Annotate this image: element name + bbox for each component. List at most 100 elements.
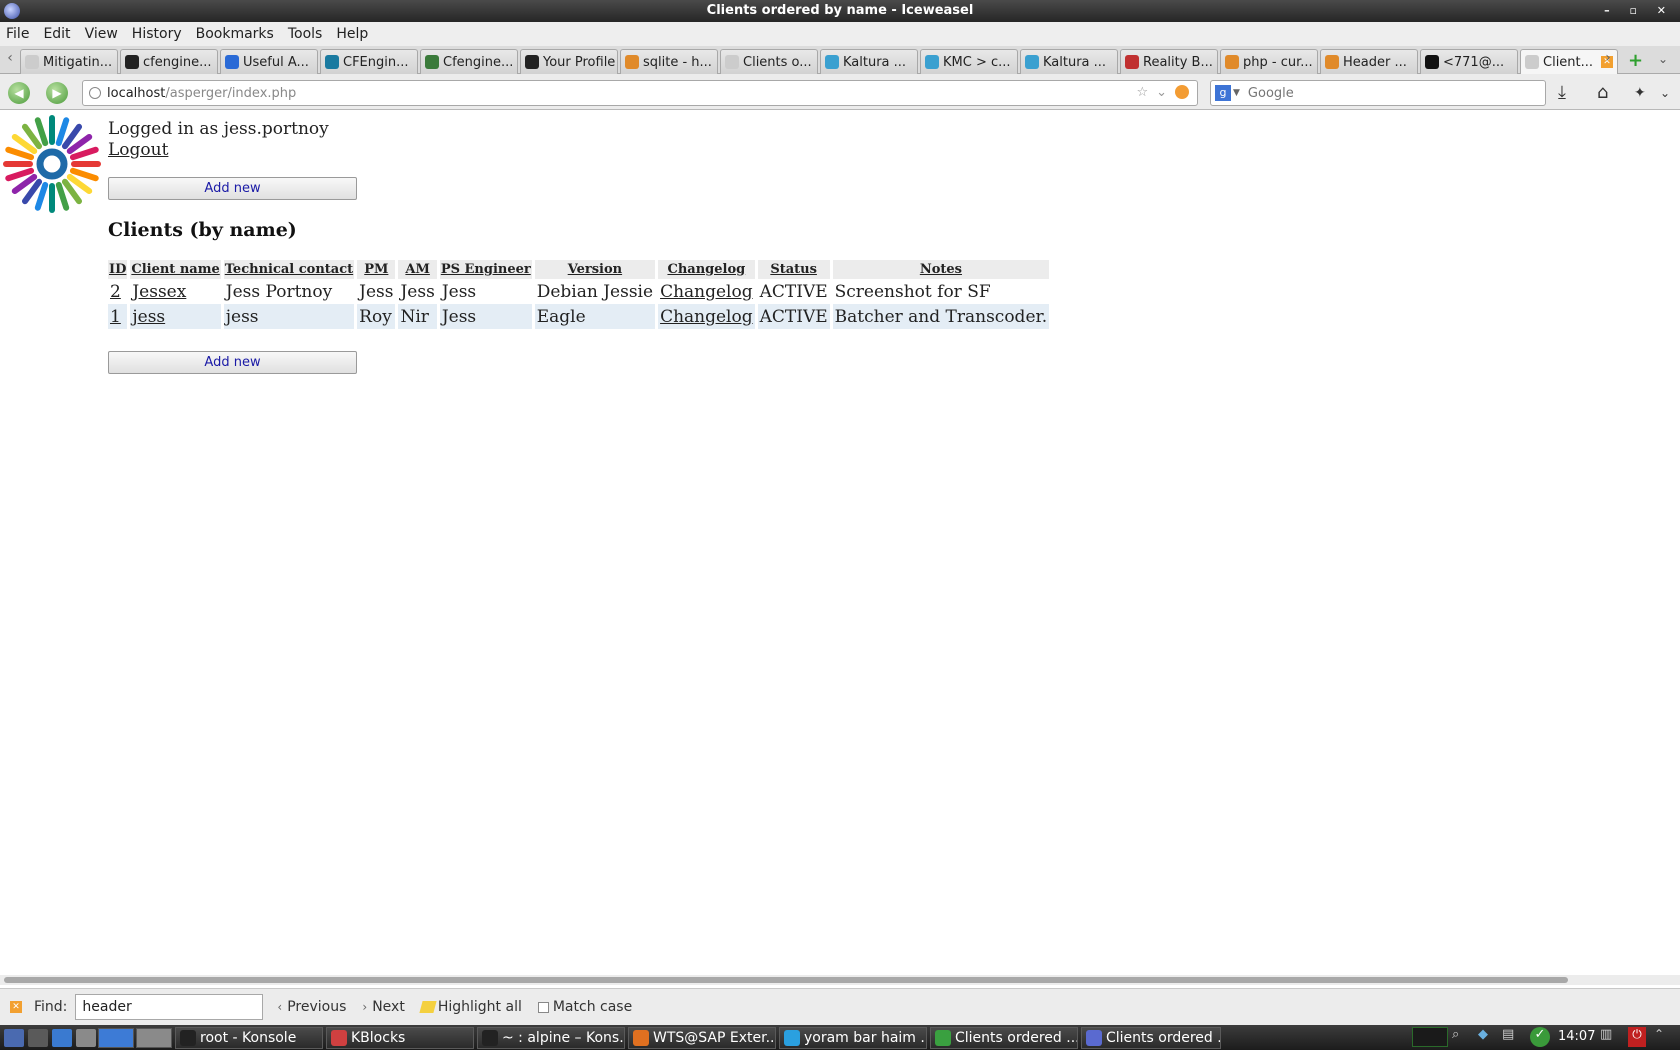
browser-tab[interactable]: Your Profile [520, 49, 618, 74]
new-tab-icon[interactable]: + [1628, 50, 1643, 71]
desktop-pager-2[interactable] [136, 1027, 172, 1048]
client-name-link[interactable]: jess [132, 307, 165, 327]
check-updates-icon[interactable]: ✓ [1530, 1027, 1550, 1047]
column-header-changelog[interactable]: Changelog [658, 260, 755, 279]
browser-tab[interactable]: sqlite - h... [620, 49, 718, 74]
home-icon[interactable]: ⌂ [1597, 82, 1608, 103]
column-header-ps-engineer[interactable]: PS Engineer [439, 260, 532, 279]
browser-tab[interactable]: Kaltura ... [820, 49, 918, 74]
browser-tab[interactable]: Clients o... [720, 49, 818, 74]
browser-tab[interactable]: KMC > c... [920, 49, 1018, 74]
menu-edit[interactable]: Edit [43, 26, 70, 42]
volume-icon[interactable]: ▥ [1600, 1027, 1612, 1047]
chevron-right-icon: › [362, 1000, 368, 1014]
add-new-button-bottom[interactable]: Add new [108, 351, 357, 374]
history-dropdown-icon[interactable]: ⌄ [1156, 85, 1167, 100]
forward-icon[interactable]: ▶ [46, 82, 68, 104]
back-icon[interactable]: ◀ [8, 82, 30, 104]
match-case-checkbox[interactable]: Match case [537, 999, 632, 1015]
taskbar-task[interactable]: ~ : alpine – Kons... [477, 1026, 625, 1049]
close-findbar-icon[interactable]: ✕ [10, 1001, 22, 1013]
network-icon[interactable]: ▤ [1502, 1027, 1514, 1047]
horizontal-scrollbar[interactable] [0, 975, 1680, 985]
taskbar-task[interactable]: WTS@SAP Exter... [628, 1026, 776, 1049]
site-info-icon[interactable] [89, 87, 101, 99]
browser-tab[interactable]: php - cur... [1220, 49, 1318, 74]
n-icon [225, 55, 239, 69]
google-engine-icon[interactable]: g [1215, 85, 1231, 101]
power-icon[interactable]: ⏻ [1628, 1027, 1646, 1047]
browser-tab[interactable]: <771@... [1420, 49, 1518, 74]
column-header-notes[interactable]: Notes [832, 260, 1050, 279]
find-previous-button[interactable]: ‹ Previous [277, 999, 346, 1015]
add-new-button[interactable]: Add new [108, 177, 357, 200]
clock[interactable]: 14:07 [1558, 1029, 1595, 1044]
taskbar-task[interactable]: yoram bar haim ... [779, 1026, 927, 1049]
konsole-icon [482, 1029, 498, 1046]
folder-icon[interactable] [28, 1028, 48, 1047]
taskbar-task[interactable]: root - Konsole [175, 1026, 323, 1049]
column-header-client-name[interactable]: Client name [130, 260, 221, 279]
bookmark-star-icon[interactable]: ☆ [1136, 85, 1148, 100]
browser-tab[interactable]: Useful A... [220, 49, 318, 74]
search-input[interactable] [1247, 85, 1528, 101]
download-icon[interactable]: ⤓ [1558, 82, 1566, 103]
rss-icon[interactable] [1175, 85, 1189, 99]
changelog-link[interactable]: Changelog [660, 282, 753, 302]
system-monitor-icon[interactable] [1412, 1027, 1448, 1047]
menu-view[interactable]: View [85, 26, 118, 42]
changelog-link[interactable]: Changelog [660, 307, 753, 327]
taskbar-task[interactable]: KBlocks [326, 1026, 474, 1049]
addon-icon[interactable]: ✦ [1634, 85, 1646, 101]
desktop-pager-1[interactable] [98, 1027, 134, 1048]
show-desktop-icon[interactable] [76, 1028, 96, 1047]
client-id-link[interactable]: 2 [110, 282, 121, 302]
column-header-pm[interactable]: PM [357, 260, 396, 279]
search-bar[interactable]: g ▼ [1210, 80, 1546, 106]
tab-list-icon[interactable]: ⌄ [1658, 52, 1668, 66]
tab-label: Client... [1543, 54, 1594, 70]
highlight-all-button[interactable]: Highlight all [419, 999, 522, 1015]
menu-bookmarks[interactable]: Bookmarks [196, 26, 274, 42]
column-header-status[interactable]: Status [757, 260, 830, 279]
browser-icon[interactable] [52, 1028, 72, 1047]
browser-tab[interactable]: Mitigatin... [20, 49, 118, 74]
find-next-button[interactable]: › Next [362, 999, 404, 1015]
column-header-id[interactable]: ID [108, 260, 128, 279]
window-controls[interactable]: – ▫ ✕ [1604, 0, 1674, 22]
column-header-version[interactable]: Version [534, 260, 656, 279]
menu-file[interactable]: File [6, 26, 29, 42]
dropbox-icon[interactable]: ◆ [1478, 1027, 1488, 1047]
menu-tools[interactable]: Tools [288, 26, 323, 42]
logo-ray [69, 146, 99, 161]
taskbar-task[interactable]: Clients ordered ... [1081, 1026, 1221, 1049]
search-icon[interactable]: ⌕ [1452, 1027, 1459, 1047]
browser-tab[interactable]: Kaltura ... [1020, 49, 1118, 74]
browser-tab[interactable]: Reality B... [1120, 49, 1218, 74]
chevron-up-icon[interactable]: ⌃ [1654, 1027, 1664, 1047]
browser-tab[interactable]: Cfengine... [420, 49, 518, 74]
column-header-am[interactable]: AM [398, 260, 437, 279]
client-id-link[interactable]: 1 [110, 307, 121, 327]
browser-tab[interactable]: cfengine... [120, 49, 218, 74]
tab-scroll-left-icon[interactable]: ‹ [3, 50, 17, 66]
menu-history[interactable]: History [132, 26, 182, 42]
taskbar-task[interactable]: Clients ordered ... [930, 1026, 1078, 1049]
tab-scroll-right-icon[interactable]: › [1601, 50, 1615, 66]
checkbox-icon[interactable] [537, 1001, 549, 1013]
menu-help[interactable]: Help [336, 26, 368, 42]
chevron-down-icon[interactable]: ⌄ [1660, 86, 1670, 100]
client-name-link[interactable]: Jessex [132, 282, 186, 302]
column-header-technical-contact[interactable]: Technical contact [223, 260, 355, 279]
skype-icon [784, 1029, 800, 1046]
scrollbar-thumb[interactable] [4, 977, 1568, 983]
url-bar[interactable]: localhost/asperger/index.php ☆ ⌄ [82, 80, 1198, 106]
find-input[interactable] [75, 994, 264, 1020]
app-launcher-icon[interactable] [4, 1028, 24, 1047]
tab-label: <771@... [1443, 54, 1505, 70]
chevron-down-icon[interactable]: ▼ [1233, 88, 1240, 98]
browser-tab[interactable]: CFEngin... [320, 49, 418, 74]
browser-tab[interactable]: Header ... [1320, 49, 1418, 74]
logout-link[interactable]: Logout [108, 140, 329, 160]
page-title: Clients (by name) [108, 219, 297, 241]
